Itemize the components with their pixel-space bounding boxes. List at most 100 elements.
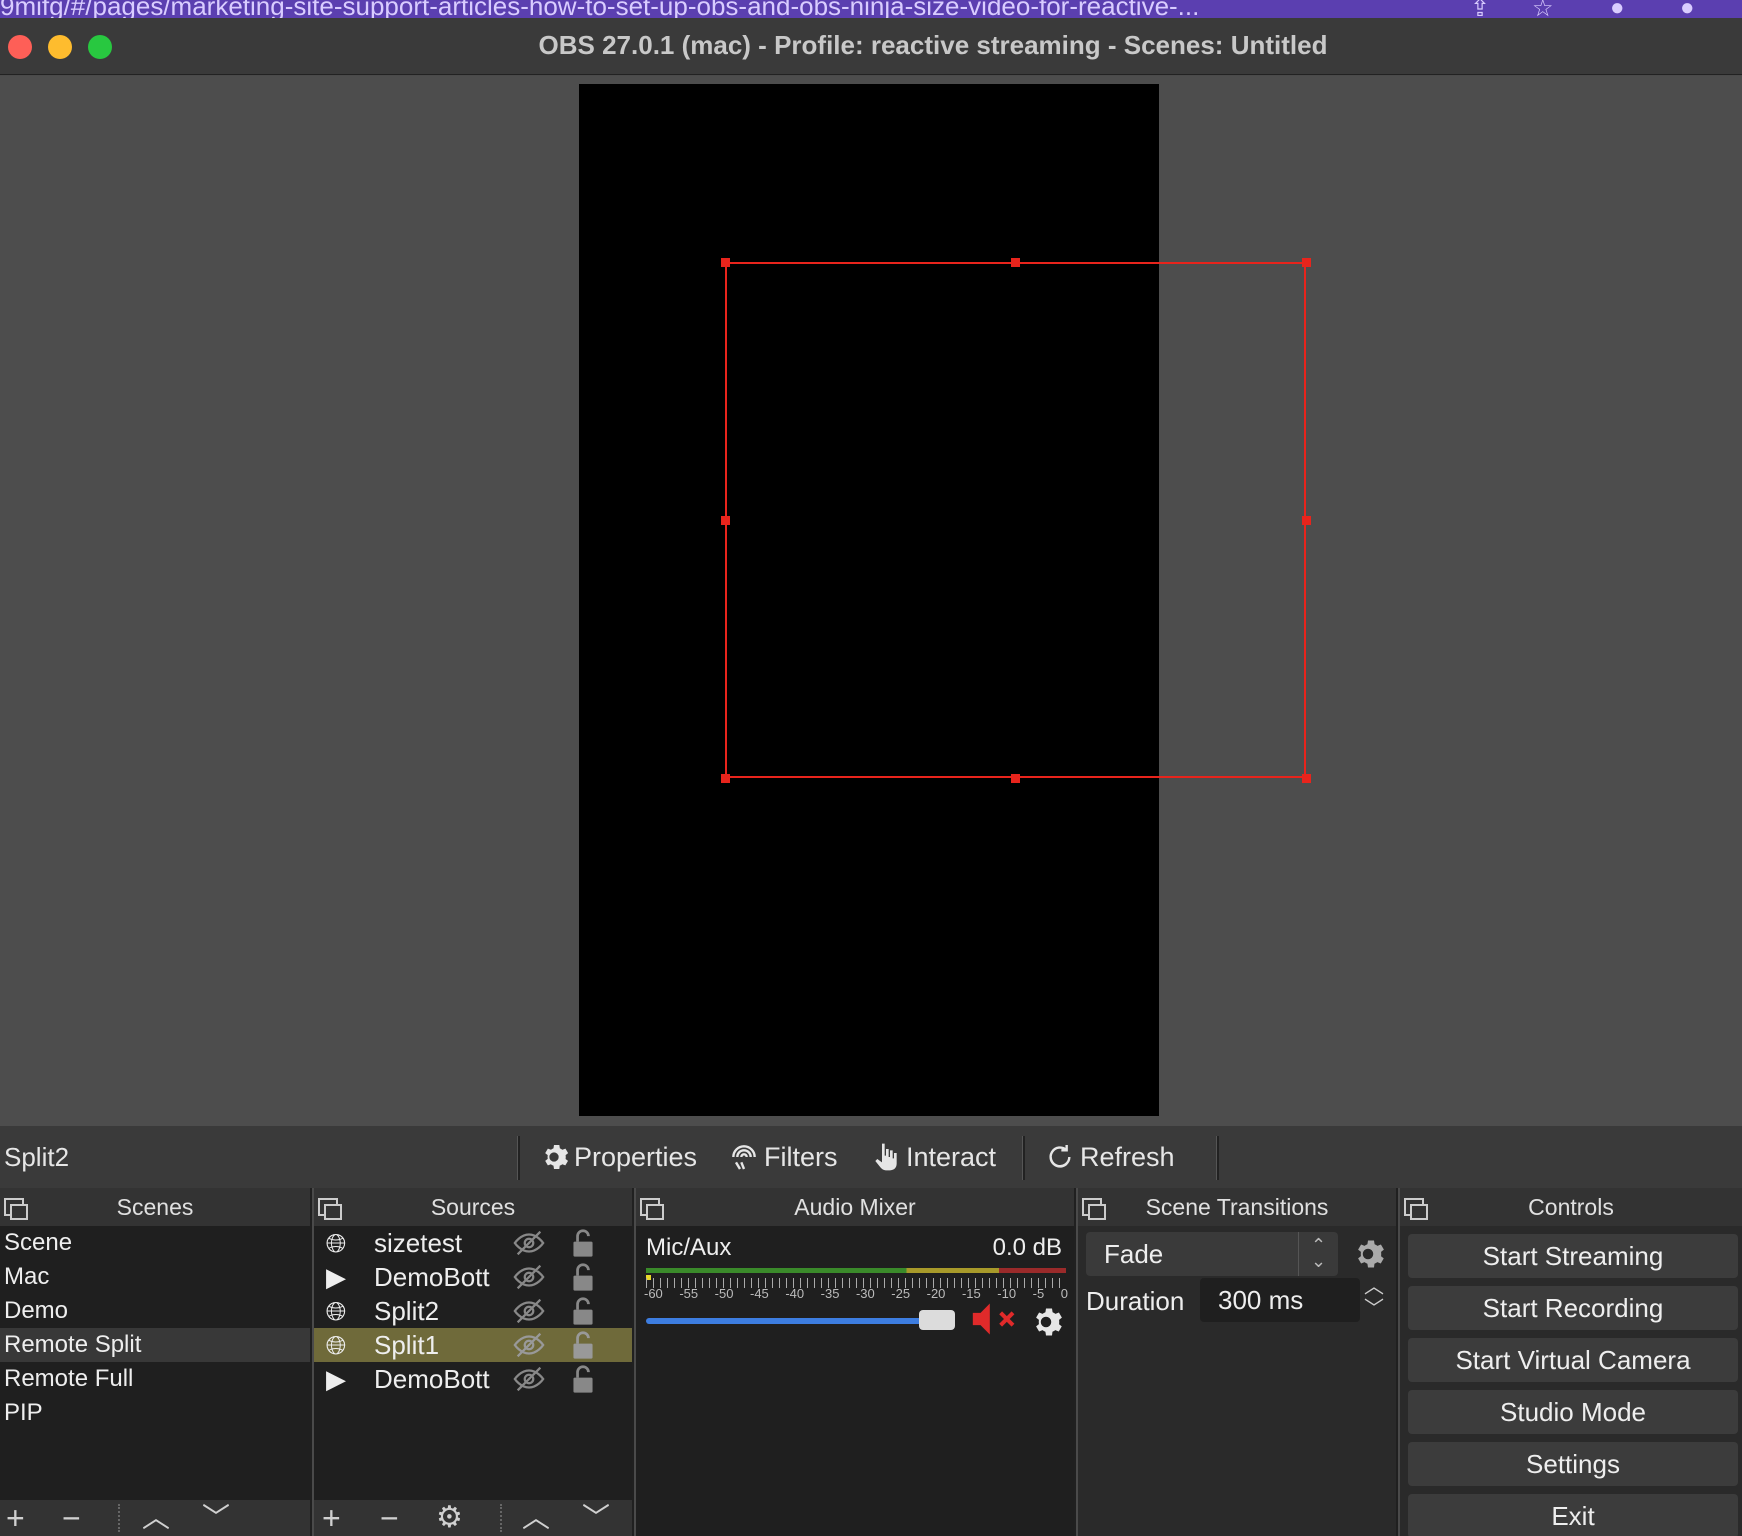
- scenes-list[interactable]: Scene Mac Demo Remote Split Remote Full …: [0, 1226, 310, 1500]
- lock-icon[interactable]: [570, 1330, 596, 1360]
- obs-window: 9mifg/#/pages/marketing-site-support-art…: [0, 0, 1742, 1536]
- profile-icon[interactable]: ●: [1680, 0, 1695, 18]
- undock-icon[interactable]: [1404, 1198, 1428, 1220]
- duration-label: Duration: [1086, 1286, 1185, 1316]
- mixer-gear-icon[interactable]: [1028, 1304, 1064, 1340]
- filters-button[interactable]: Filters: [728, 1138, 838, 1176]
- remove-scene-icon[interactable]: −: [62, 1502, 81, 1534]
- refresh-button[interactable]: Refresh: [1044, 1138, 1175, 1176]
- studio-mode-button[interactable]: Studio Mode: [1408, 1390, 1738, 1434]
- start-virtual-camera-button[interactable]: Start Virtual Camera: [1408, 1338, 1738, 1382]
- selected-source-name: Split2: [4, 1142, 70, 1172]
- chevron-up-icon[interactable]: ︿: [1360, 1276, 1388, 1298]
- controls-dock: Controls Start Streaming Start Recording…: [1400, 1188, 1742, 1536]
- scene-item-selected[interactable]: Remote Split: [0, 1328, 310, 1362]
- interact-button[interactable]: Interact: [870, 1138, 996, 1176]
- duration-spinner[interactable]: ︿ ﹀: [1360, 1276, 1388, 1324]
- exit-button[interactable]: Exit: [1408, 1494, 1738, 1536]
- volume-slider-track[interactable]: [646, 1318, 937, 1324]
- scene-item[interactable]: PIP: [0, 1396, 310, 1430]
- controls-body: Start Streaming Start Recording Start Vi…: [1400, 1226, 1742, 1536]
- start-recording-button[interactable]: Start Recording: [1408, 1286, 1738, 1330]
- move-source-down-icon[interactable]: ﹀: [582, 1502, 610, 1534]
- resize-handle-bottom-right[interactable]: [1302, 774, 1311, 783]
- chevron-up-down-icon: ⌃ ⌄: [1298, 1232, 1338, 1276]
- browser-url[interactable]: 9mifg/#/pages/marketing-site-support-art…: [0, 0, 1199, 18]
- audio-mixer-dock-header[interactable]: Audio Mixer: [636, 1188, 1074, 1226]
- filters-label: Filters: [764, 1141, 838, 1172]
- scene-item[interactable]: Scene: [0, 1226, 310, 1260]
- move-scene-down-icon[interactable]: ﹀: [202, 1502, 230, 1534]
- source-properties-gear-icon[interactable]: ⚙: [436, 1502, 463, 1534]
- properties-label: Properties: [574, 1141, 698, 1172]
- media-play-icon: ▶: [326, 1364, 346, 1394]
- resize-handle-top[interactable]: [1011, 258, 1020, 267]
- source-item[interactable]: 🌐︎ sizetest: [314, 1226, 632, 1260]
- remove-source-icon[interactable]: −: [380, 1502, 399, 1534]
- sources-toolbar: + − ⚙ ︿ ﹀: [314, 1500, 632, 1536]
- scene-item[interactable]: Mac: [0, 1260, 310, 1294]
- properties-button[interactable]: Properties: [538, 1138, 697, 1176]
- toolbar-separator: [500, 1504, 502, 1532]
- meter-tick-label: -55: [679, 1286, 699, 1301]
- start-streaming-button[interactable]: Start Streaming: [1408, 1234, 1738, 1278]
- visibility-eye-icon[interactable]: [512, 1296, 546, 1326]
- settings-button[interactable]: Settings: [1408, 1442, 1738, 1486]
- move-source-up-icon[interactable]: ︿: [522, 1502, 550, 1534]
- source-label: Split1: [374, 1330, 440, 1360]
- source-item-selected[interactable]: 🌐︎ Split1: [314, 1328, 632, 1362]
- audio-mixer-body: Mic/Aux 0.0 dB -60 -55 -50 -45 -40 -35 -30 -25-…: [636, 1226, 1074, 1536]
- volume-slider-thumb[interactable]: [919, 1310, 955, 1330]
- preview-area[interactable]: [0, 76, 1742, 1126]
- extension-icon[interactable]: ●: [1610, 0, 1625, 18]
- source-item[interactable]: ▶ DemoBott: [314, 1260, 632, 1294]
- visibility-eye-icon[interactable]: [512, 1262, 546, 1292]
- undock-icon[interactable]: [640, 1198, 664, 1220]
- meter-tick-label: -15: [961, 1286, 981, 1301]
- scenes-dock-header[interactable]: Scenes: [0, 1188, 310, 1226]
- source-item[interactable]: ▶ DemoBott: [314, 1362, 632, 1396]
- sources-list[interactable]: 🌐︎ sizetest ▶ DemoBott 🌐︎ Split2 🌐︎ Spli…: [314, 1226, 632, 1500]
- undock-icon[interactable]: [1082, 1198, 1106, 1220]
- visibility-eye-icon[interactable]: [512, 1364, 546, 1394]
- transition-select[interactable]: Fade ⌃ ⌄: [1086, 1232, 1338, 1276]
- meter-tick-label: -45: [749, 1286, 769, 1301]
- resize-handle-top-left[interactable]: [721, 258, 730, 267]
- refresh-label: Refresh: [1080, 1141, 1175, 1172]
- visibility-eye-icon[interactable]: [512, 1228, 546, 1258]
- meter-tick-label: -20: [926, 1286, 946, 1301]
- lock-icon[interactable]: [570, 1364, 596, 1394]
- source-label: DemoBott: [374, 1364, 490, 1394]
- transition-gear-icon[interactable]: [1350, 1236, 1386, 1272]
- chevron-down-icon[interactable]: ﹀: [1360, 1298, 1388, 1320]
- muted-speaker-icon[interactable]: [970, 1302, 1022, 1336]
- resize-handle-left[interactable]: [721, 516, 730, 525]
- share-icon[interactable]: ⇪: [1470, 0, 1490, 18]
- meter-tick-label: -50: [714, 1286, 734, 1301]
- source-label: sizetest: [374, 1228, 463, 1258]
- add-scene-icon[interactable]: +: [6, 1502, 25, 1534]
- scene-item[interactable]: Remote Full: [0, 1362, 310, 1396]
- undock-icon[interactable]: [4, 1198, 28, 1220]
- resize-handle-right[interactable]: [1302, 516, 1311, 525]
- meter-tick-label: -40: [785, 1286, 805, 1301]
- sources-dock-header[interactable]: Sources: [314, 1188, 632, 1226]
- visibility-eye-icon[interactable]: [512, 1330, 546, 1360]
- resize-handle-bottom-left[interactable]: [721, 774, 730, 783]
- add-source-icon[interactable]: +: [322, 1502, 341, 1534]
- lock-icon[interactable]: [570, 1228, 596, 1258]
- duration-input[interactable]: 300 ms: [1200, 1278, 1360, 1322]
- source-item[interactable]: 🌐︎ Split2: [314, 1294, 632, 1328]
- source-selection-box[interactable]: [725, 262, 1306, 778]
- resize-handle-top-right[interactable]: [1302, 258, 1311, 267]
- scene-item[interactable]: Demo: [0, 1294, 310, 1328]
- move-scene-up-icon[interactable]: ︿: [142, 1502, 170, 1534]
- bookmark-star-icon[interactable]: ☆: [1532, 0, 1554, 18]
- undock-icon[interactable]: [318, 1198, 342, 1220]
- meter-tick-label: 0: [1060, 1286, 1068, 1301]
- lock-icon[interactable]: [570, 1262, 596, 1292]
- controls-dock-header[interactable]: Controls: [1400, 1188, 1742, 1226]
- resize-handle-bottom[interactable]: [1011, 774, 1020, 783]
- scene-transitions-dock-header[interactable]: Scene Transitions: [1078, 1188, 1396, 1226]
- lock-icon[interactable]: [570, 1296, 596, 1326]
